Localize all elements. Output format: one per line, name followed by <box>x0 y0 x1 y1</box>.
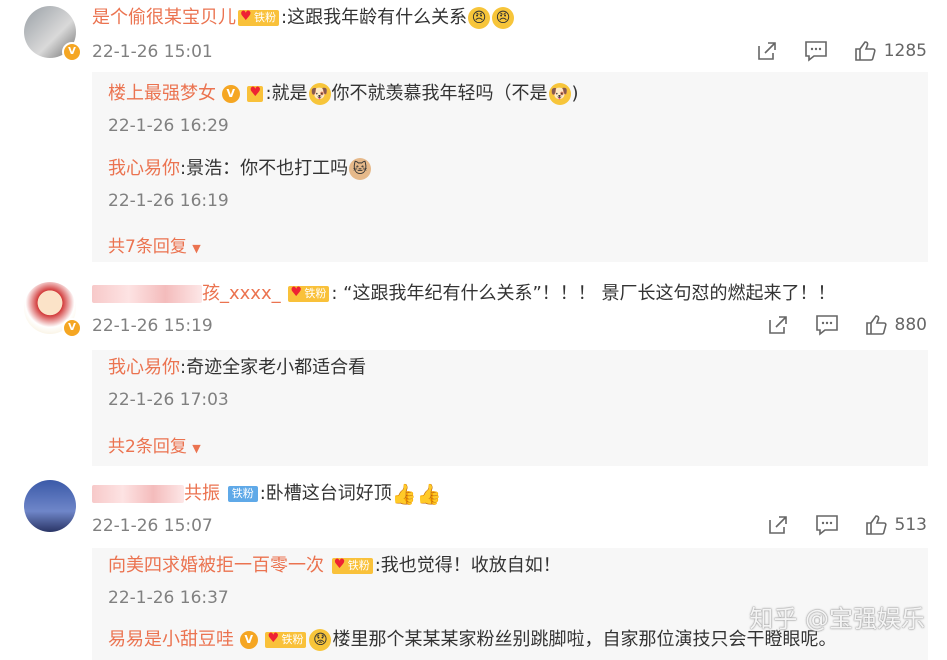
comment-icon <box>815 315 838 336</box>
share-button[interactable] <box>756 40 778 62</box>
share-icon <box>768 516 787 534</box>
watermark: 知乎 @宝强娱乐 <box>749 605 925 633</box>
chevron-down-icon: ▼ <box>192 442 201 455</box>
thumbs-up-icon <box>854 41 876 61</box>
reply-text: :就是 <box>265 83 308 104</box>
share-icon <box>757 42 776 60</box>
thumbs-up-icon <box>865 315 887 335</box>
reply: 我心易你:奇迹全家老小都适合看 <box>108 356 366 380</box>
reply-username[interactable]: 易易是小甜豆哇 <box>108 629 234 650</box>
cat-emoji-icon: 🐱 <box>349 158 372 180</box>
comment-line: 孩_xxxx_ 铁粉: “这跟我年纪有什么关系”！！！ 景厂长这句怼的燃起来了！… <box>92 282 836 306</box>
fan-badge: 铁粉 <box>238 9 279 26</box>
reply-text: :奇迹全家老小都适合看 <box>180 357 367 378</box>
more-replies-link[interactable]: 共7条回复 ▼ <box>108 232 201 257</box>
like-button[interactable]: 880 <box>865 314 927 336</box>
thumbs-up-icon <box>865 515 887 535</box>
comment-line: 共振 铁粉:卧槽这台词好顶👍👍 <box>92 482 442 506</box>
verified-icon: V <box>239 631 258 649</box>
doge-emoji-icon: 🐶 <box>308 83 331 105</box>
comment-time: 22-1-26 15:01 <box>92 42 213 62</box>
avatar[interactable] <box>24 480 76 532</box>
reply-text: ) <box>571 83 579 104</box>
like-count: 880 <box>894 315 927 335</box>
fan-badge: 铁粉 <box>288 285 330 302</box>
comment-text: : “这跟我年纪有什么关系”！！！ 景厂长这句怼的燃起来了！！ <box>331 283 836 304</box>
comment-actions: 513 <box>767 514 927 536</box>
more-replies-link[interactable]: 共2条回复 ▼ <box>108 432 201 457</box>
like-count: 513 <box>894 515 927 535</box>
fan-badge: 铁粉 <box>227 486 258 502</box>
reply-time: 22-1-26 16:29 <box>108 116 229 136</box>
worried-emoji-icon: 😟 <box>309 629 332 651</box>
reply-text: :景浩：你不也打工吗 <box>180 158 349 179</box>
share-button[interactable] <box>767 314 789 336</box>
fan-badge-icon <box>247 85 264 102</box>
comment-icon <box>804 41 827 62</box>
username[interactable]: 共振 <box>184 483 220 504</box>
reply-username[interactable]: 向美四求婚被拒一百零一次 <box>108 555 324 576</box>
reply-time: 22-1-26 16:19 <box>108 191 229 211</box>
blurred-username <box>92 485 184 503</box>
reply: 楼上最强梦女 V :就是🐶你不就羡慕我年轻吗（不是🐶) <box>108 82 579 106</box>
comment-text: :卧槽这台词好顶 <box>259 483 392 504</box>
verified-icon: V <box>62 318 82 338</box>
reply-box: 楼上最强梦女 V :就是🐶你不就羡慕我年轻吗（不是🐶) 22-1-26 16:2… <box>92 72 928 262</box>
angry-emoji-icon: 😠 <box>492 7 515 29</box>
verified-icon: V <box>221 85 240 103</box>
verified-icon: V <box>62 42 82 62</box>
reply-time: 22-1-26 17:03 <box>108 390 229 410</box>
reply-username[interactable]: 我心易你 <box>108 158 180 179</box>
reply-text: 你不就羡慕我年轻吗（不是 <box>331 83 548 104</box>
comment-actions: 880 <box>767 314 927 336</box>
reply-username[interactable]: 我心易你 <box>108 357 180 378</box>
blurred-username <box>92 285 202 303</box>
comment-time: 22-1-26 15:19 <box>92 316 213 336</box>
comment-actions: 1285 <box>756 40 927 62</box>
thumbs-up-emoji-icon: 👍 <box>391 482 417 506</box>
reply: 易易是小甜豆哇 V 铁粉😟楼里那个某某某家粉丝别跳脚啦，自家那位演技只会干瞪眼呢… <box>108 628 836 652</box>
like-count: 1285 <box>883 41 927 61</box>
username[interactable]: 孩_xxxx_ <box>202 283 281 304</box>
doge-emoji-icon: 🐶 <box>548 83 571 105</box>
thumbs-up-emoji-icon: 👍 <box>416 482 442 506</box>
comment-button[interactable] <box>804 40 828 62</box>
comment-text: :这跟我年龄有什么关系 <box>281 7 468 28</box>
reply: 我心易你:景浩：你不也打工吗 🐱 <box>108 157 372 181</box>
reply-username[interactable]: 楼上最强梦女 <box>108 83 216 104</box>
reply-text: :我也觉得！收放自如！ <box>374 555 561 576</box>
fan-badge: 铁粉 <box>265 631 307 648</box>
reply-time: 22-1-26 16:37 <box>108 588 229 608</box>
like-button[interactable]: 513 <box>865 514 927 536</box>
comment-line: 是个偷很某宝贝儿铁粉:这跟我年龄有什么关系😠😠 <box>92 6 515 30</box>
reply-box: 我心易你:奇迹全家老小都适合看 22-1-26 17:03 共2条回复 ▼ <box>92 350 928 466</box>
angry-emoji-icon: 😠 <box>468 7 491 29</box>
comment-time: 22-1-26 15:07 <box>92 516 213 536</box>
chevron-down-icon: ▼ <box>192 242 201 255</box>
comment-button[interactable] <box>815 514 839 536</box>
fan-badge: 铁粉 <box>331 557 373 574</box>
share-button[interactable] <box>767 514 789 536</box>
reply: 向美四求婚被拒一百零一次 铁粉:我也觉得！收放自如！ <box>108 554 561 578</box>
username[interactable]: 是个偷很某宝贝儿 <box>92 7 236 28</box>
share-icon <box>768 316 787 334</box>
like-button[interactable]: 1285 <box>854 40 927 62</box>
comment-button[interactable] <box>815 314 839 336</box>
comment-icon <box>815 515 838 536</box>
